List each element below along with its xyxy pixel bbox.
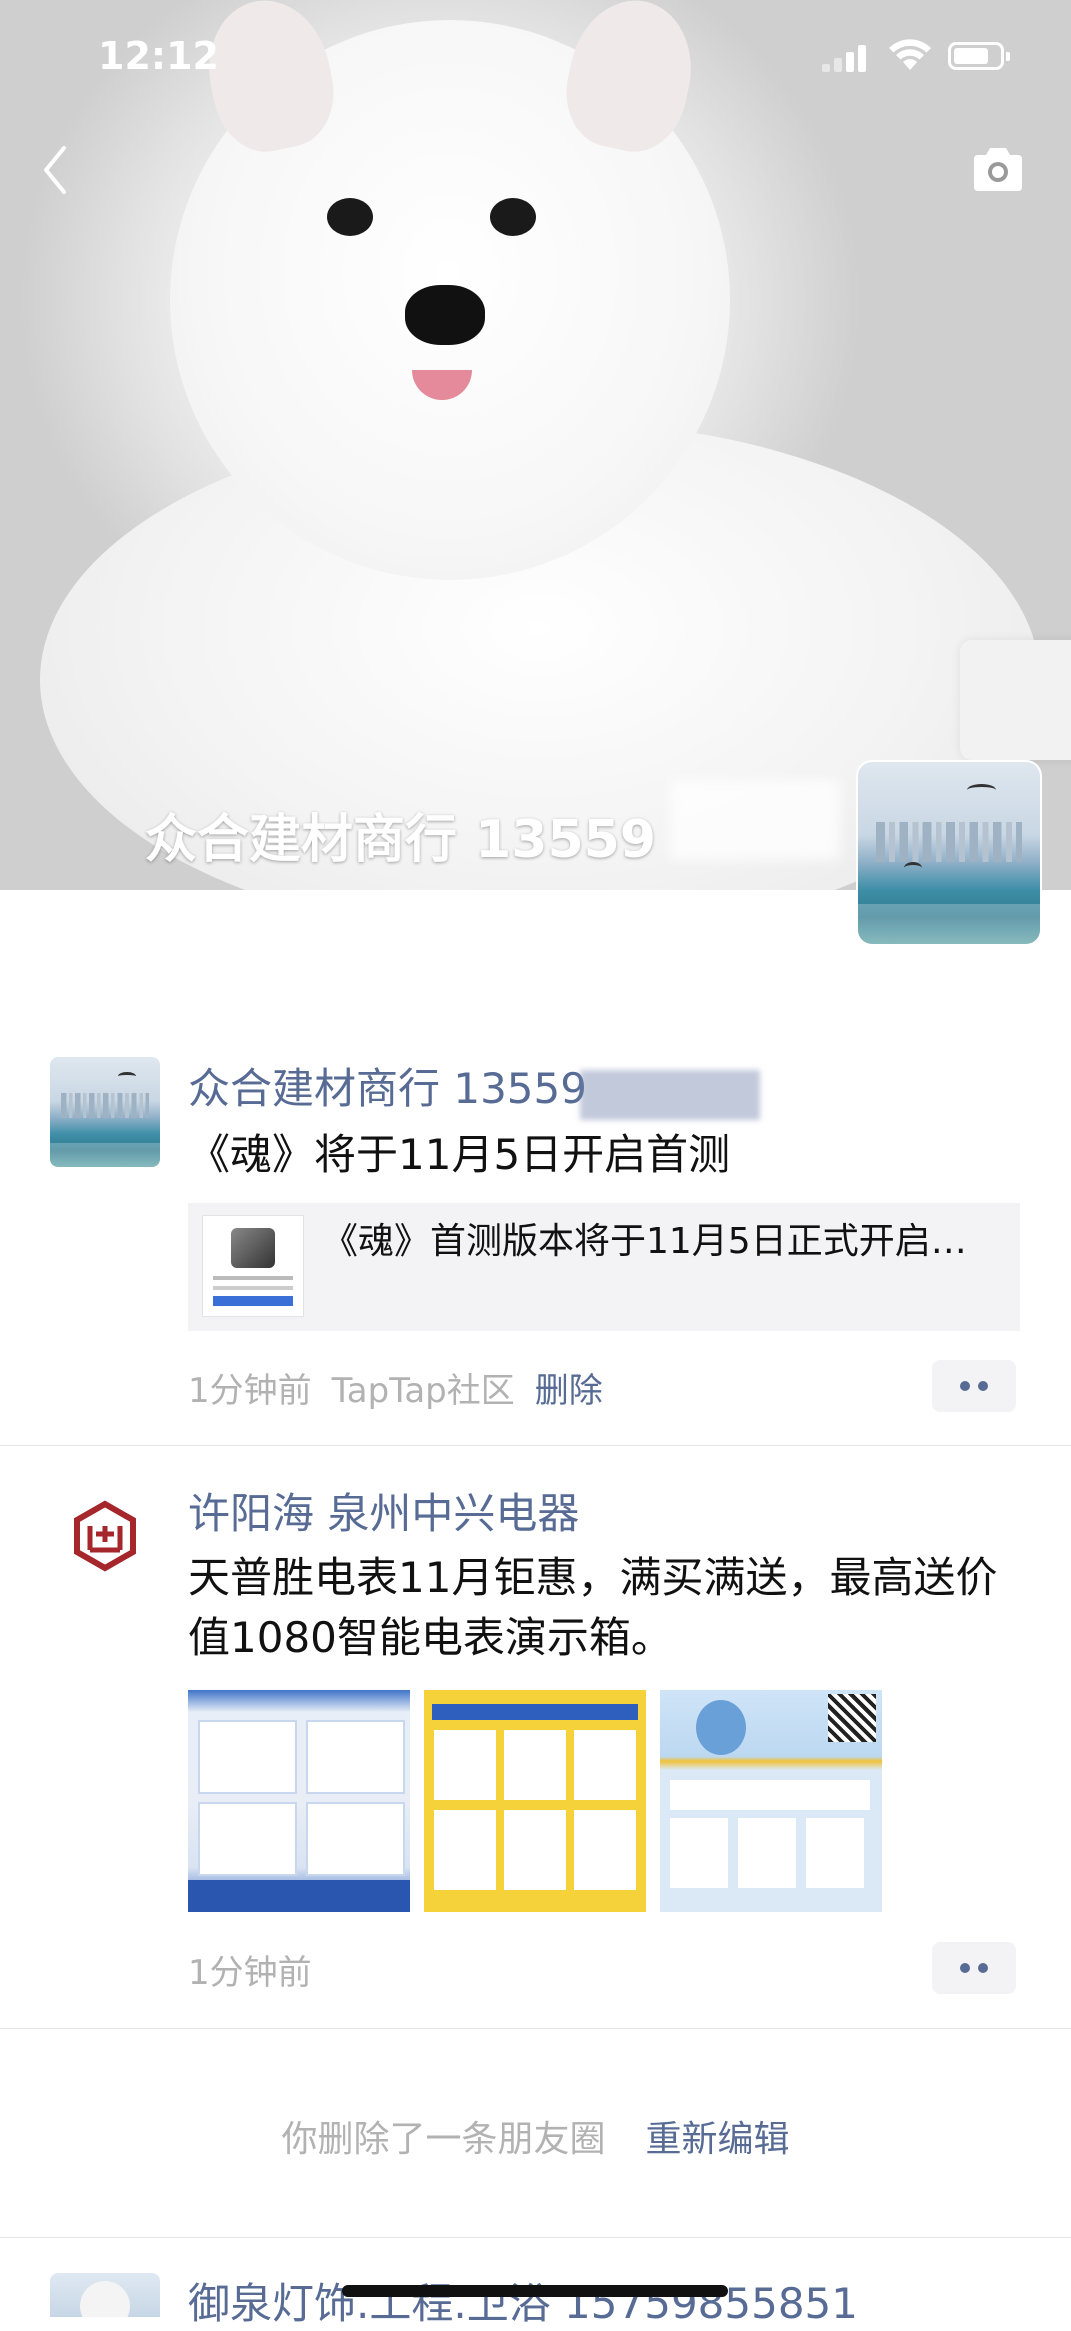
deleted-notice-text: 你删除了一条朋友圈 — [281, 2119, 606, 2160]
cellular-signal-icon — [822, 44, 872, 72]
post-image[interactable] — [188, 1690, 410, 1912]
delete-link[interactable]: 删除 — [535, 1371, 603, 1411]
more-actions-button[interactable] — [932, 1942, 1016, 1994]
post-divider — [0, 2028, 1071, 2029]
post-time: 1分钟前 — [188, 1953, 312, 1993]
post-image-grid — [188, 1690, 1071, 1912]
post-meta: 1分钟前 — [188, 1945, 312, 1994]
cover-image[interactable]: 众合建材商行 13559 — [0, 0, 1071, 890]
post-divider — [0, 2237, 1071, 2238]
back-chevron-icon[interactable] — [36, 140, 76, 200]
author-name-redaction — [580, 1070, 760, 1120]
post-author-name[interactable]: 许阳海 泉州中兴电器 — [188, 1480, 579, 1541]
post-text: 《魂》将于11月5日开启首测 — [188, 1130, 731, 1179]
shared-link-card[interactable]: 《魂》首测版本将于11月5日正式开启（“预创角客户端”内含首测激活码发… — [188, 1203, 1020, 1331]
post-text: 天普胜电表11月钜惠，满买满送，最高送价值1080智能电表演示箱。 — [188, 1553, 998, 1662]
link-thumbnail — [202, 1215, 304, 1317]
deleted-notice: 你删除了一条朋友圈 重新编辑 — [0, 2110, 1071, 2162]
post-avatar[interactable] — [50, 2273, 160, 2317]
post-image[interactable] — [424, 1690, 646, 1912]
post-avatar[interactable] — [50, 1057, 160, 1167]
post-meta: 1分钟前 TapTap社区 删除 — [188, 1363, 603, 1412]
post-time: 1分钟前 — [188, 1371, 312, 1411]
status-bar: 12:12 — [0, 0, 1071, 110]
home-indicator[interactable] — [342, 2285, 728, 2297]
cover-name-redaction — [670, 780, 840, 860]
post-avatar[interactable] — [50, 1482, 160, 1592]
wifi-icon — [889, 39, 931, 70]
cover-dog-nose — [405, 285, 485, 345]
cover-user-name[interactable]: 众合建材商行 13559 — [145, 797, 656, 872]
camera-icon[interactable] — [970, 145, 1026, 195]
post-author-name[interactable]: 众合建材商行 13559 — [188, 1055, 587, 1116]
more-actions-button[interactable] — [932, 1360, 1016, 1412]
cover-dog-eye-left — [327, 198, 373, 236]
own-avatar[interactable] — [858, 762, 1040, 944]
brand-logo-icon — [74, 1500, 136, 1572]
post-author-name[interactable]: 御泉灯饰.工程.卫浴 15759855851 — [188, 2270, 858, 2331]
post-source[interactable]: TapTap社区 — [332, 1371, 515, 1411]
post-image[interactable] — [660, 1690, 882, 1912]
cover-cup — [960, 640, 1071, 760]
battery-icon — [948, 42, 1010, 70]
post-divider — [0, 1445, 1071, 1446]
re-edit-link[interactable]: 重新编辑 — [646, 2119, 790, 2160]
link-title: 《魂》首测版本将于11月5日正式开启（“预创角客户端”内含首测激活码发… — [322, 1221, 1002, 1262]
cover-dog-eye-right — [490, 198, 536, 236]
status-time: 12:12 — [98, 34, 219, 78]
